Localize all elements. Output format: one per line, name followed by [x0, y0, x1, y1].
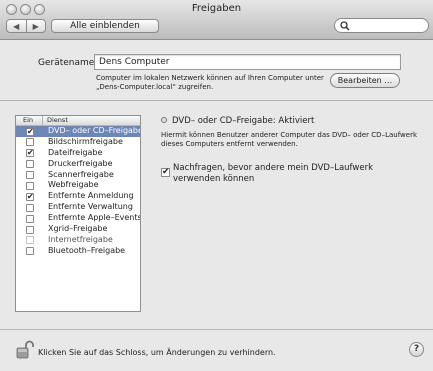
service-label: Entfernte Anmeldung [48, 191, 134, 201]
ask-before-use-checkbox[interactable]: ✔ [161, 168, 170, 177]
status-dot-icon [161, 117, 167, 123]
magnifier-icon [340, 21, 350, 31]
service-status: DVD– oder CD–Freigabe: Aktiviert [161, 116, 314, 126]
list-item[interactable]: Bildschirmfreigabe [16, 137, 140, 148]
computer-name-help: Computer im lokalen Netzwerk können auf … [96, 74, 324, 91]
service-label: Scannerfreigabe [48, 169, 114, 179]
service-list-header: Ein Dienst [16, 116, 140, 126]
computer-name-field[interactable]: Dens Computer [94, 54, 401, 70]
window-title: Freigaben [191, 3, 242, 14]
service-label: Bildschirmfreigabe [48, 136, 123, 146]
service-checkbox[interactable] [26, 214, 34, 223]
divider [0, 100, 433, 101]
list-item[interactable]: ✔ Entfernte Anmeldung [16, 191, 140, 202]
service-checkbox[interactable] [26, 247, 34, 256]
service-label: Bluetooth–Freigabe [48, 245, 126, 255]
list-item[interactable]: ✔ Dateifreigabe [16, 148, 140, 159]
open-lock-icon[interactable] [15, 339, 35, 363]
service-label: Xgrid–Freigabe [48, 224, 108, 234]
title-bar: Freigaben ◀ ▶ Alle einblenden [0, 0, 433, 40]
service-checkbox[interactable] [26, 171, 34, 180]
column-header-on[interactable]: Ein [23, 116, 33, 125]
service-checkbox[interactable] [26, 160, 34, 169]
service-label: Dateifreigabe [48, 147, 103, 157]
edit-button[interactable]: Bearbeiten … [330, 73, 400, 88]
back-button[interactable]: ◀ [7, 20, 26, 32]
help-button[interactable]: ? [409, 342, 424, 357]
service-checkbox[interactable] [26, 203, 34, 212]
service-checkbox[interactable]: ✔ [26, 127, 34, 136]
computer-name-section: Gerätename: Dens Computer Computer im lo… [0, 40, 433, 100]
divider [0, 329, 433, 330]
forward-button[interactable]: ▶ [25, 20, 46, 32]
show-all-button[interactable]: Alle einblenden [51, 19, 159, 33]
service-checkbox[interactable]: ✔ [26, 192, 34, 201]
list-item[interactable]: Internetfreigabe [16, 235, 140, 246]
service-label: Internetfreigabe [48, 234, 113, 244]
left-arrow-icon: ◀ [13, 21, 20, 31]
list-item[interactable]: Xgrid–Freigabe [16, 224, 140, 235]
service-description: Hiermit können Benutzer anderer Computer… [161, 131, 417, 148]
service-checkbox[interactable] [26, 225, 34, 234]
list-item[interactable]: Bluetooth–Freigabe [16, 246, 140, 257]
right-arrow-icon: ▶ [32, 21, 39, 31]
list-item[interactable]: Scannerfreigabe [16, 170, 140, 181]
list-item[interactable]: Druckerfreigabe [16, 159, 140, 170]
service-checkbox[interactable] [26, 236, 34, 245]
list-item[interactable]: Entfernte Apple–Events [16, 213, 140, 224]
search-field[interactable] [334, 18, 429, 33]
ask-before-use-label[interactable]: Nachfragen, bevor andere mein DVD–Laufwe… [173, 163, 423, 185]
service-label: Entfernte Verwaltung [48, 202, 133, 212]
service-list: Ein Dienst ✔ DVD– oder CD–Freigabe Bildsch… [15, 115, 141, 312]
service-label: Entfernte Apple–Events [48, 213, 141, 223]
service-label: Druckerfreigabe [48, 158, 113, 168]
service-status-text: DVD– oder CD–Freigabe: Aktiviert [172, 116, 315, 126]
list-item[interactable]: Webfreigabe [16, 180, 140, 191]
service-checkbox[interactable] [26, 138, 34, 147]
list-item[interactable]: ✔ DVD– oder CD–Freigabe [16, 126, 140, 137]
service-checkbox[interactable]: ✔ [26, 149, 34, 158]
service-checkbox[interactable] [26, 181, 34, 190]
service-label: DVD– oder CD–Freigabe [48, 126, 141, 135]
navigation-buttons: ◀ ▶ [6, 19, 46, 33]
service-label: Webfreigabe [48, 180, 99, 190]
computer-name-label: Gerätename: [38, 58, 98, 68]
column-header-service[interactable]: Dienst [42, 116, 68, 125]
lock-message: Klicken Sie auf das Schloss, um Änderung… [38, 348, 276, 357]
list-item[interactable]: Entfernte Verwaltung [16, 202, 140, 213]
sharing-preferences-window: Freigaben ◀ ▶ Alle einblenden Gerätename… [0, 0, 433, 371]
